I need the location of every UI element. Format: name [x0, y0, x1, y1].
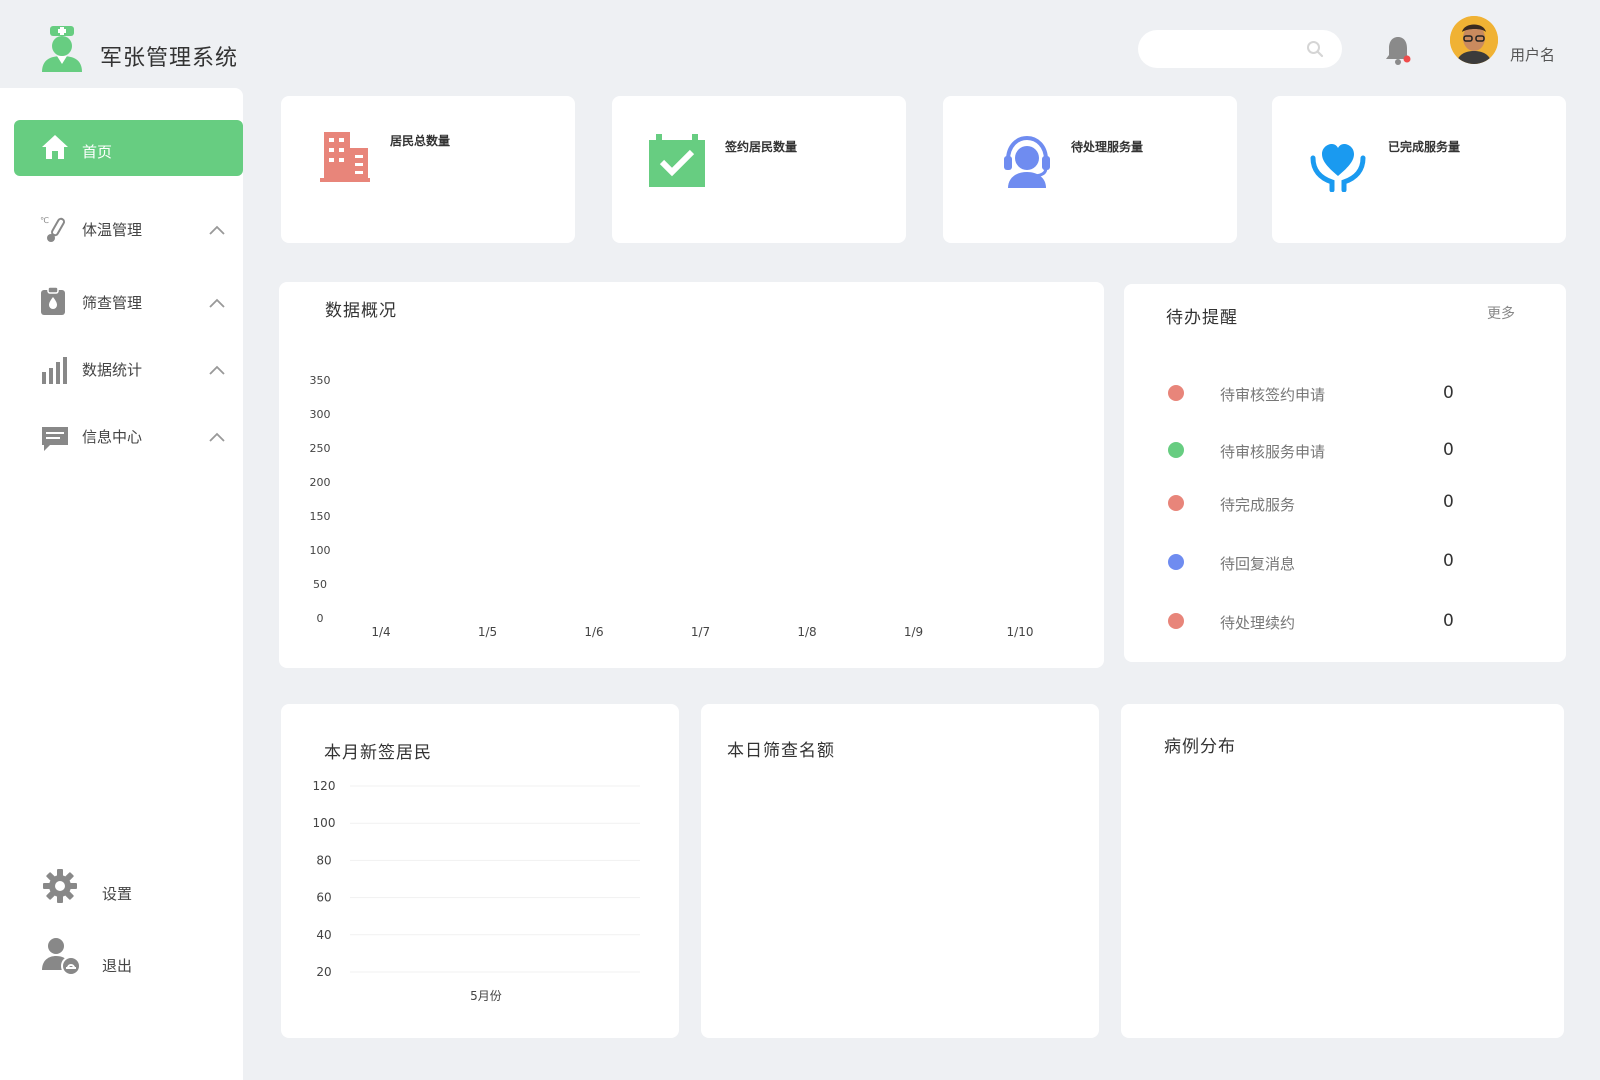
support-agent-icon [1004, 135, 1050, 188]
username[interactable]: 用户名 [1510, 44, 1555, 65]
overview-chart: 350 300 250 200 150 100 50 0 1/4 1/5 1/6 1/7 1/8 1/9 1… [310, 374, 1034, 639]
y-tick-label: 60 [316, 891, 331, 905]
todo-dot [1168, 613, 1184, 629]
stat-label: 签约居民数量 [725, 140, 798, 154]
x-tick-label: 1/8 [797, 625, 816, 639]
calendar-check-icon [649, 134, 705, 187]
y-tick-label: 350 [310, 374, 331, 387]
todo-item-count: 0 [1443, 611, 1454, 631]
bar-chart-icon [42, 357, 67, 384]
todo-item-count: 0 [1443, 383, 1454, 403]
y-tick-label: 250 [310, 442, 331, 455]
sidebar-item-label: 首页 [82, 143, 113, 161]
y-tick-label: 200 [310, 476, 331, 489]
x-tick-label: 1/5 [478, 625, 497, 639]
x-tick-label: 1/4 [371, 625, 390, 639]
todo-item-label[interactable]: 待审核签约申请 [1220, 384, 1325, 405]
avatar-image [1450, 16, 1498, 64]
svg-text:℃: ℃ [40, 216, 49, 225]
clipboard-icon [41, 286, 65, 315]
x-tick-label: 1/7 [691, 625, 710, 639]
nurse-logo-icon [42, 26, 82, 72]
todo-item-count: 0 [1443, 440, 1454, 460]
more-link[interactable]: 更多 [1487, 303, 1515, 323]
todo-dot [1168, 495, 1184, 511]
settings-link[interactable]: 设置 [102, 883, 132, 904]
y-tick-label: 50 [313, 578, 327, 591]
thermometer-icon: ℃ [40, 216, 65, 242]
chevron-up-icon[interactable] [208, 297, 226, 309]
home-icon [42, 135, 68, 159]
logout-link[interactable]: 退出 [102, 955, 132, 976]
sidebar-item-label[interactable]: 筛查管理 [82, 292, 142, 313]
y-tick-label: 80 [316, 853, 331, 867]
todo-item-label[interactable]: 待回复消息 [1220, 553, 1295, 574]
x-tick-label: 1/9 [904, 625, 923, 639]
building-icon [320, 132, 370, 182]
sidebar-item-label[interactable]: 信息中心 [82, 426, 142, 447]
x-tick-label: 1/10 [1007, 625, 1034, 639]
y-tick-label: 120 [313, 779, 336, 793]
x-tick-label: 5月份 [470, 989, 502, 1003]
stat-label: 待处理服务量 [1071, 140, 1144, 154]
logout-icon[interactable] [42, 936, 82, 976]
y-tick-label: 0 [317, 612, 324, 625]
sidebar-item-label[interactable]: 体温管理 [82, 219, 142, 240]
search-icon[interactable] [1306, 40, 1324, 58]
y-tick-label: 40 [316, 928, 331, 942]
new-residents-title: 本月新签居民 [324, 743, 432, 763]
x-tick-label: 1/6 [584, 625, 603, 639]
screening-title: 本日筛查名额 [727, 741, 835, 761]
cases-title: 病例分布 [1164, 737, 1236, 757]
stat-label: 已完成服务量 [1388, 140, 1461, 154]
todo-item-label[interactable]: 待处理续约 [1220, 612, 1295, 633]
y-tick-label: 100 [310, 544, 331, 557]
y-tick-label: 150 [310, 510, 331, 523]
chevron-up-icon[interactable] [208, 364, 226, 376]
sidebar-item-label[interactable]: 数据统计 [82, 359, 142, 380]
message-icon [42, 427, 68, 451]
todo-item-label[interactable]: 待审核服务申请 [1220, 441, 1325, 462]
chevron-up-icon[interactable] [208, 431, 226, 443]
heart-hands-icon [1310, 144, 1366, 192]
y-tick-label: 100 [313, 816, 336, 830]
stat-card-pending[interactable] [943, 96, 1237, 243]
todo-title: 待办提醒 [1166, 308, 1238, 328]
bell-icon[interactable] [1384, 34, 1412, 66]
new-residents-chart: 120 100 80 60 40 20 5月份 [313, 779, 640, 1003]
todo-item-count: 0 [1443, 492, 1454, 512]
app-title: 军张管理系统 [100, 46, 239, 71]
todo-dot [1168, 442, 1184, 458]
avatar[interactable] [1450, 16, 1498, 64]
todo-item-label[interactable]: 待完成服务 [1220, 494, 1295, 515]
gear-icon[interactable] [42, 868, 78, 904]
todo-dot [1168, 385, 1184, 401]
stat-label: 居民总数量 [390, 134, 451, 148]
todo-panel [1124, 284, 1566, 662]
y-tick-label: 300 [310, 408, 331, 421]
chevron-up-icon[interactable] [208, 224, 226, 236]
todo-item-count: 0 [1443, 551, 1454, 571]
overview-title: 数据概况 [325, 301, 397, 321]
todo-dot [1168, 554, 1184, 570]
y-tick-label: 20 [316, 965, 331, 979]
